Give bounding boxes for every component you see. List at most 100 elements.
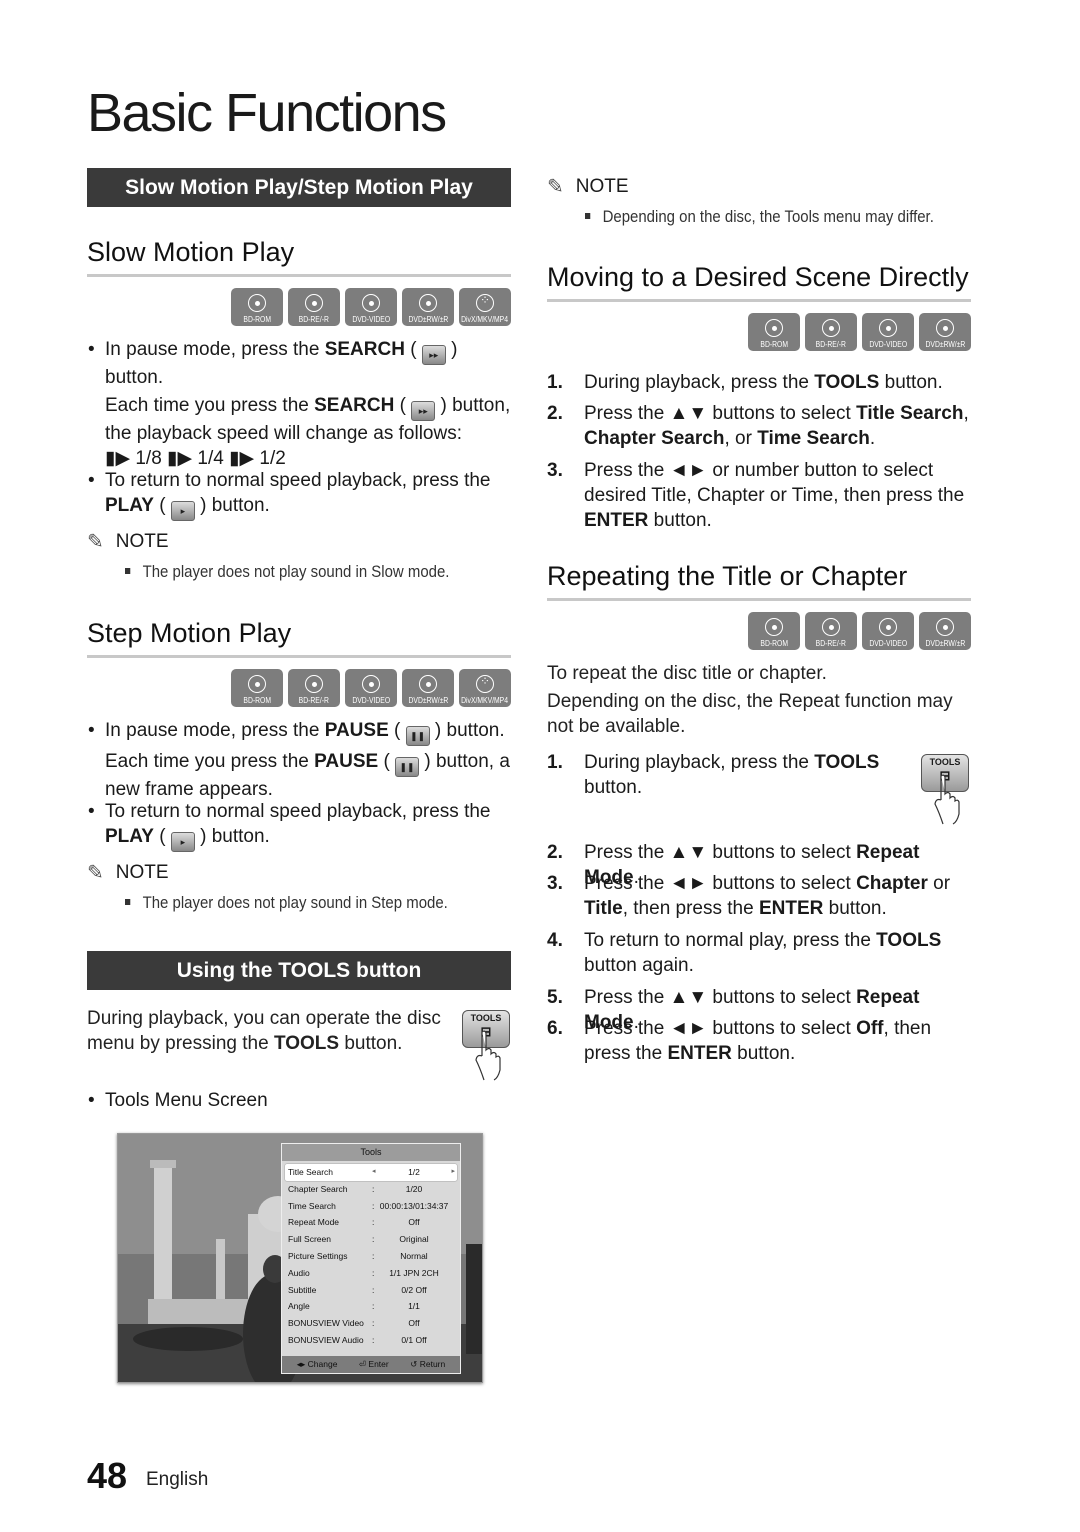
dvd-video-badge: DVD-VIDEO	[345, 288, 397, 326]
dvd-video-badge: DVD-VIDEO	[862, 612, 914, 650]
disc-badges-step: BD-ROM BD-RE/-R DVD-VIDEO DVD±RW/±R DivX…	[231, 669, 511, 707]
bullet-dot: •	[88, 720, 95, 741]
disc-icon	[305, 294, 323, 312]
tools-menu-row-value: 00:00:13/01:34:37	[379, 1200, 449, 1211]
tools-menu-row-value: Off	[408, 1217, 420, 1228]
tools-remote-key-icon: TOOLS ⊟	[462, 1010, 510, 1082]
tools-menu-row-label: Angle	[288, 1301, 310, 1312]
film-reel-icon	[476, 674, 494, 693]
pause-button-icon: ❚❚	[395, 757, 420, 777]
pointing-hand-icon	[934, 774, 960, 825]
disc-badges-moving: BD-ROM BD-RE/-R DVD-VIDEO DVD±RW/±R	[748, 313, 971, 351]
pencil-icon: ✎	[87, 862, 104, 884]
tools-menu-row-value: 1/20	[405, 1183, 423, 1194]
bd-re-badge: BD-RE/-R	[288, 669, 340, 707]
bd-re-badge: BD-RE/-R	[288, 288, 340, 326]
disc-icon	[248, 294, 266, 312]
tools-menu-row[interactable]: Full Screen: Original	[282, 1231, 460, 1248]
bullet-dot: •	[88, 470, 95, 491]
bullet-dot: •	[88, 801, 95, 822]
repeat-intro-1: To repeat the disc title or chapter.	[547, 663, 827, 684]
dvd-video-badge: DVD-VIDEO	[862, 313, 914, 351]
note-item-tools: Depending on the disc, the Tools menu ma…	[585, 207, 934, 227]
tools-menu-row-label: BONUSVIEW Video	[288, 1318, 364, 1329]
heading-rule	[87, 655, 511, 658]
note-header-slow: ✎ NOTE	[87, 530, 169, 554]
tools-menu-row-value: 0/2 Off	[401, 1284, 427, 1295]
bd-rom-badge: BD-ROM	[748, 612, 800, 650]
bd-re-badge: BD-RE/-R	[805, 612, 857, 650]
moving-step-3: 3. Press the ◄► or number button to sele…	[547, 460, 965, 531]
tools-menu-row-label: Chapter Search	[288, 1183, 348, 1194]
disc-icon	[362, 294, 380, 312]
dvd-rw-badge: DVD±RW/±R	[919, 612, 971, 650]
disc-icon	[419, 294, 437, 312]
disc-icon	[765, 618, 783, 636]
tools-menu-row-value: 1/1 JPN 2CH	[389, 1267, 439, 1278]
tools-menu-row-value: Off	[408, 1318, 420, 1329]
disc-icon	[305, 675, 323, 693]
section-banner-tools: Using the TOOLS button	[87, 951, 511, 990]
tools-menu-row[interactable]: Title Search ◂ 1/2 ▸	[285, 1164, 457, 1181]
tools-menu-row-label: Time Search	[288, 1200, 336, 1211]
tools-menu-row[interactable]: Time Search:00:00:13/01:34:37	[282, 1198, 460, 1215]
search-button-icon: ▸▸	[421, 345, 446, 365]
search-button-icon: ▸▸	[411, 401, 436, 421]
tools-menu-row-label: Subtitle	[288, 1284, 317, 1295]
tools-menu-row-label: Full Screen	[288, 1234, 331, 1245]
return-hint: ↺ Return	[410, 1359, 446, 1369]
tools-menu-row-value: Normal	[400, 1250, 428, 1261]
pencil-icon: ✎	[87, 531, 104, 553]
tools-menu-footer: ◂▸ Change ⏎ Enter ↺ Return	[282, 1356, 460, 1373]
repeat-step-6: 6. Press the ◄► buttons to select Off, t…	[547, 1018, 932, 1064]
heading-step-motion-play: Step Motion Play	[87, 618, 292, 648]
tools-menu-row[interactable]: Audio:1/1 JPN 2CH	[282, 1265, 460, 1282]
repeat-step-3: 3. Press the ◄► buttons to select Chapte…	[547, 873, 951, 919]
tools-menu-row-value: 1/1	[408, 1301, 420, 1312]
slow-bullet-2: • To return to normal speed playback, pr…	[87, 468, 511, 521]
tools-menu-row-value: 0/1 Off	[401, 1334, 427, 1345]
note-header-step: ✎ NOTE	[87, 861, 169, 885]
square-bullet-icon	[125, 899, 131, 905]
pencil-icon: ✎	[547, 176, 564, 198]
bd-rom-badge: BD-ROM	[748, 313, 800, 351]
tools-menu-row-label: Audio	[288, 1267, 310, 1278]
page-number: 48	[87, 1455, 128, 1496]
disc-icon	[822, 319, 840, 337]
film-reel-icon	[476, 293, 494, 312]
tools-intro: During playback, you can operate the dis…	[87, 1008, 441, 1054]
pointing-hand-icon	[475, 1030, 501, 1081]
heading-rule	[87, 274, 511, 277]
tools-menu-panel: Tools Title Search ◂ 1/2 ▸ Chapter Search:1/…	[281, 1143, 461, 1374]
divx-badge: DivX/MKV/MP4	[459, 669, 511, 707]
tools-menu-row[interactable]: Repeat Mode: Off	[282, 1214, 460, 1231]
divx-badge: DivX/MKV/MP4	[459, 288, 511, 326]
tools-menu-row[interactable]: Picture Settings: Normal	[282, 1248, 460, 1265]
tools-menu-row[interactable]: BONUSVIEW Video: Off	[282, 1315, 460, 1332]
tools-menu-row[interactable]: Angle:1/1	[282, 1298, 460, 1315]
dvd-rw-badge: DVD±RW/±R	[402, 669, 454, 707]
bd-rom-badge: BD-ROM	[231, 288, 283, 326]
dvd-video-badge: DVD-VIDEO	[345, 669, 397, 707]
heading-rule	[547, 598, 971, 601]
note-header-tools: ✎ NOTE	[547, 175, 629, 199]
heading-moving-to-scene: Moving to a Desired Scene Directly	[547, 262, 969, 292]
tools-menu-rows: Title Search ◂ 1/2 ▸ Chapter Search:1/20 Time…	[282, 1164, 460, 1349]
disc-icon	[936, 319, 954, 337]
enter-hint: ⏎ Enter	[358, 1359, 389, 1369]
bd-rom-badge: BD-ROM	[231, 669, 283, 707]
disc-icon	[765, 319, 783, 337]
step-bullet-2: • To return to normal speed playback, pr…	[87, 799, 511, 852]
tools-menu-row[interactable]: BONUSVIEW Audio:0/1 Off	[282, 1332, 460, 1349]
tools-menu-bullet: • Tools Menu Screen	[88, 1090, 268, 1111]
tools-menu-row-value: Original	[399, 1234, 429, 1245]
heading-repeating: Repeating the Title or Chapter	[547, 561, 908, 591]
tools-menu-screenshot: Tools Title Search ◂ 1/2 ▸ Chapter Search:1/…	[117, 1133, 483, 1383]
tools-menu-row[interactable]: Chapter Search:1/20	[282, 1181, 460, 1198]
tools-menu-row[interactable]: Subtitle:0/2 Off	[282, 1282, 460, 1299]
tools-menu-row-value: 1/2	[408, 1167, 420, 1177]
right-column: ✎ NOTE Depending on the disc, the Tools …	[547, 0, 971, 1532]
disc-icon	[362, 675, 380, 693]
step-bullet-1: • In pause mode, press the PAUSE ( ❚❚ ) …	[88, 720, 510, 800]
tools-menu-row-label: Title Search	[288, 1167, 334, 1177]
